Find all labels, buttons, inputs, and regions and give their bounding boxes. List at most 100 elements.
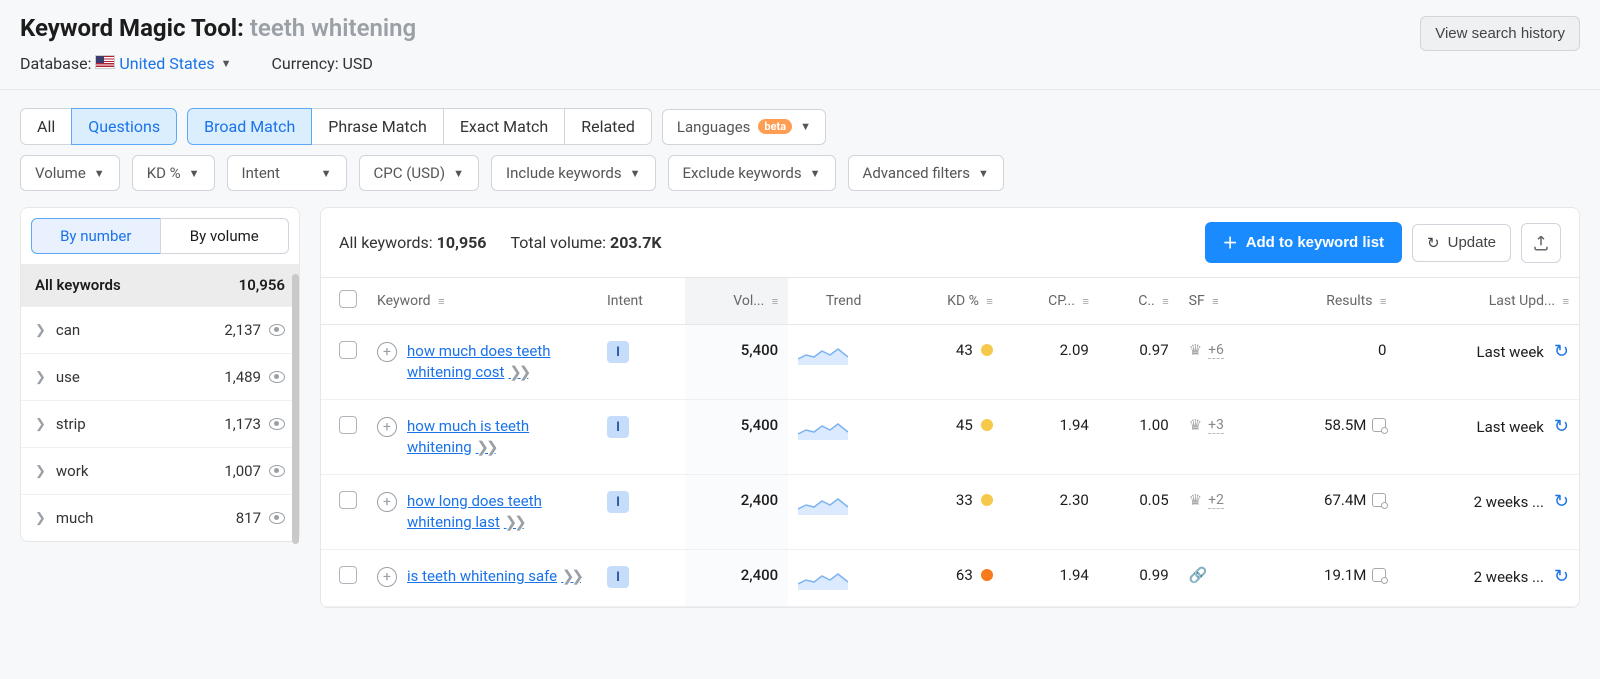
kd-value: 33 [956,491,973,509]
view-history-button[interactable]: View search history [1420,16,1580,51]
refresh-icon[interactable]: ↻ [1554,416,1569,437]
keyword-link[interactable]: how much is teeth whitening ❯❯ [407,416,587,458]
eye-icon[interactable] [269,324,285,336]
languages-filter[interactable]: Languages beta ▼ [662,109,826,145]
column-results[interactable]: Results ≡ [1266,278,1396,325]
com-value: 1.00 [1099,400,1179,475]
scrollbar[interactable] [292,274,299,544]
cpc-value: 2.30 [1003,475,1099,550]
add-keyword-icon[interactable]: + [377,567,397,587]
sf-more[interactable]: +6 [1208,342,1224,359]
group-name: can [56,321,80,339]
keyword-link[interactable]: how long does teeth whitening last ❯❯ [407,491,587,533]
kd-filter[interactable]: KD %▼ [132,155,215,191]
cpc-value: 1.94 [1003,550,1099,607]
intent-badge: I [607,341,629,363]
export-button[interactable] [1521,223,1561,263]
column-sf[interactable]: SF ≡ [1179,278,1266,325]
tab-related[interactable]: Related [564,108,652,145]
sort-icon: ≡ [1563,295,1569,308]
kd-difficulty-dot [981,569,993,581]
group-name: use [56,368,80,386]
chevron-down-icon: ▼ [221,57,232,70]
row-checkbox[interactable] [339,416,357,434]
intent-filter[interactable]: Intent▼ [227,155,347,191]
eye-icon[interactable] [269,465,285,477]
currency-label: Currency: USD [272,54,373,73]
row-checkbox[interactable] [339,341,357,359]
all-keywords-group[interactable]: All keywords 10,956 [21,264,299,306]
row-checkbox[interactable] [339,491,357,509]
eye-icon[interactable] [269,512,285,524]
tab-phrase-match[interactable]: Phrase Match [311,108,444,145]
tab-all[interactable]: All [20,108,72,145]
column-volume[interactable]: Vol... ≡ [685,278,788,325]
eye-icon[interactable] [269,371,285,383]
plus-icon: ＋ [1223,232,1238,253]
sidebar-group-item[interactable]: ❯ strip 1,173 [21,400,299,447]
crown-icon: ♛ [1189,416,1202,434]
tab-broad-match[interactable]: Broad Match [187,108,312,145]
refresh-icon[interactable]: ↻ [1554,566,1569,587]
add-keyword-icon[interactable]: + [377,342,397,362]
keyword-link[interactable]: is teeth whitening safe ❯❯ [407,566,581,587]
group-name: much [56,509,94,527]
volume-value: 2,400 [685,550,788,607]
refresh-icon[interactable]: ↻ [1554,341,1569,362]
update-button[interactable]: ↻ Update [1412,224,1511,262]
sort-icon: ≡ [1082,295,1088,308]
column-keyword[interactable]: Keyword ≡ [367,278,597,325]
serp-icon[interactable] [1372,418,1386,432]
serp-features[interactable]: 🔗 [1189,566,1256,584]
keyword-link[interactable]: how much does teeth whitening cost ❯❯ [407,341,587,383]
serp-features[interactable]: ♛ +6 [1189,341,1256,359]
include-keywords-filter[interactable]: Include keywords▼ [491,155,656,191]
serp-features[interactable]: ♛+2 [1189,491,1256,509]
cpc-filter[interactable]: CPC (USD)▼ [359,155,479,191]
tab-exact-match[interactable]: Exact Match [443,108,565,145]
results-panel: All keywords: 10,956 Total volume: 203.7… [320,207,1580,608]
trend-sparkline [798,566,848,590]
sort-icon: ≡ [1212,295,1218,308]
trend-sparkline [798,416,848,440]
column-com[interactable]: C.. ≡ [1099,278,1179,325]
crown-icon: ♛ [1189,341,1202,359]
column-kd[interactable]: KD % ≡ [899,278,1003,325]
sidebar-group-item[interactable]: ❯ work 1,007 [21,447,299,494]
serp-features[interactable]: ♛ +3 [1189,416,1256,434]
column-intent[interactable]: Intent [597,278,685,325]
column-last-updated[interactable]: Last Upd... ≡ [1396,278,1579,325]
sidebar-group-item[interactable]: ❯ can 2,137 [21,306,299,353]
volume-filter[interactable]: Volume▼ [20,155,120,191]
column-cpc[interactable]: CP... ≡ [1003,278,1099,325]
sort-icon: ≡ [438,295,444,308]
serp-icon[interactable] [1372,568,1386,582]
all-keywords-stat: All keywords: 10,956 [339,233,486,252]
group-count: 1,007 [224,462,261,480]
col-label: CP... [1048,293,1075,309]
search-term: teeth whitening [250,14,416,42]
eye-icon[interactable] [269,418,285,430]
database-selector[interactable]: Database: United States ▼ [20,54,232,73]
sf-more[interactable]: +2 [1208,492,1224,509]
add-keyword-icon[interactable]: + [377,417,397,437]
sort-by-volume-tab[interactable]: By volume [160,218,290,254]
group-name: work [56,462,89,480]
sort-by-number-tab[interactable]: By number [31,218,161,254]
serp-icon[interactable] [1372,493,1386,507]
sidebar-group-item[interactable]: ❯ use 1,489 [21,353,299,400]
tab-questions[interactable]: Questions [71,108,177,145]
select-all-checkbox[interactable] [339,290,357,308]
sf-more[interactable]: +3 [1208,417,1224,434]
advanced-filters[interactable]: Advanced filters▼ [848,155,1004,191]
exclude-keywords-filter[interactable]: Exclude keywords▼ [668,155,836,191]
last-updated-value: Last week [1477,343,1544,361]
column-trend[interactable]: Trend [788,278,899,325]
filter-label: Include keywords [506,164,622,182]
add-to-keyword-list-button[interactable]: ＋ Add to keyword list [1205,222,1402,263]
col-label: Results [1326,293,1372,309]
row-checkbox[interactable] [339,566,357,584]
sidebar-group-item[interactable]: ❯ much 817 [21,494,299,541]
add-keyword-icon[interactable]: + [377,492,397,512]
refresh-icon[interactable]: ↻ [1554,491,1569,512]
